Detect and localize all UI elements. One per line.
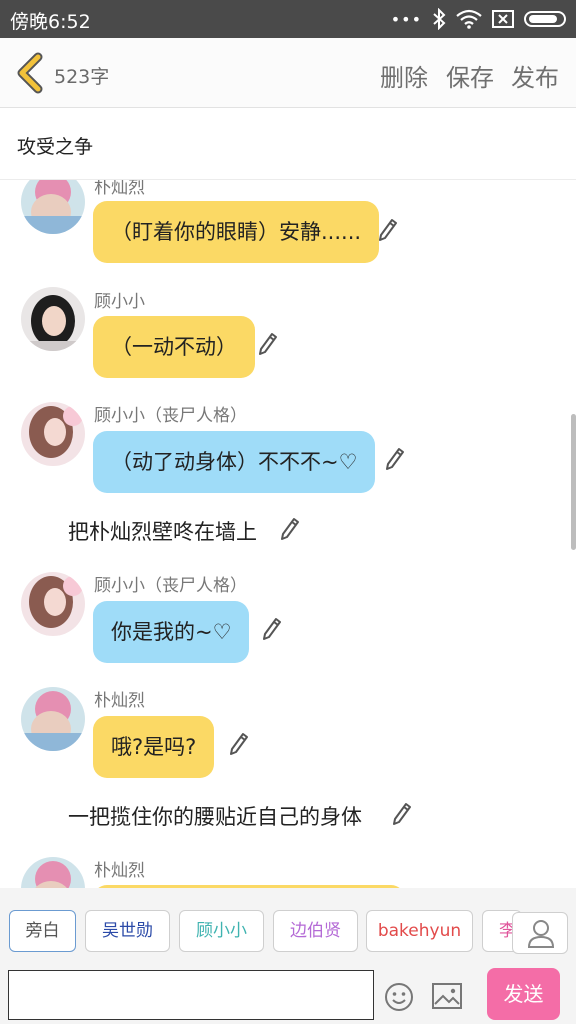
- manage-roles-button[interactable]: [512, 912, 568, 954]
- back-arrow-icon[interactable]: [12, 52, 48, 94]
- image-icon[interactable]: [432, 983, 462, 1009]
- character-count: 523字: [54, 66, 110, 88]
- publish-button[interactable]: 发布: [511, 58, 559, 93]
- edit-pencil-icon[interactable]: [392, 802, 412, 826]
- story-title: 攻受之争: [17, 136, 94, 158]
- role-chip[interactable]: bakehyun: [366, 910, 473, 952]
- message-bubble[interactable]: 哦?是吗?: [93, 716, 215, 778]
- avatar[interactable]: [21, 287, 85, 351]
- wifi-icon: [456, 9, 482, 29]
- avatar[interactable]: [21, 402, 85, 466]
- chat-editor-screen: 傍晚6:52 ••• 523字 删除 保存 发布 攻受之争 朴灿烈 （盯着你的眼…: [0, 0, 576, 1024]
- editor-header: 523字 删除 保存 发布: [0, 38, 576, 108]
- status-time: 傍晚6:52: [10, 11, 91, 33]
- narration-text[interactable]: 一把揽住你的腰贴近自己的身体: [68, 801, 362, 831]
- send-button[interactable]: 发送: [487, 968, 560, 1020]
- avatar[interactable]: [21, 857, 85, 888]
- signal-dots-icon: •••: [390, 9, 422, 29]
- chat-list[interactable]: 朴灿烈 （盯着你的眼睛）安静...... 顾小小 （一动不动） 顾小小（丧尸人格…: [0, 180, 576, 888]
- message-input[interactable]: [8, 970, 374, 1020]
- chat-scrollbar[interactable]: [571, 414, 576, 550]
- role-chip[interactable]: 吴世勋: [85, 910, 170, 952]
- battery-icon: [524, 11, 566, 27]
- delete-button[interactable]: 删除: [380, 58, 428, 93]
- message-bubble[interactable]: 你是我的~♡: [93, 601, 250, 663]
- edit-pencil-icon[interactable]: [229, 732, 249, 756]
- narration-text[interactable]: 把朴灿烈壁咚在墙上: [68, 516, 257, 546]
- speaker-name: 顾小小: [94, 292, 145, 312]
- message-bubble[interactable]: （动了动身体）不不不~♡: [93, 431, 376, 493]
- status-bar: 傍晚6:52 •••: [0, 0, 576, 38]
- speaker-name: 朴灿烈: [94, 180, 145, 198]
- edit-pencil-icon[interactable]: [262, 617, 282, 641]
- person-icon: [527, 920, 555, 948]
- role-chip[interactable]: 顾小小: [179, 910, 264, 952]
- save-button[interactable]: 保存: [446, 58, 494, 93]
- bluetooth-icon: [433, 8, 446, 30]
- speaker-name: 顾小小（丧尸人格）: [94, 406, 247, 426]
- composer-bar: 发送: [0, 962, 576, 1024]
- edit-pencil-icon[interactable]: [258, 332, 278, 356]
- role-chip[interactable]: 边伯贤: [273, 910, 358, 952]
- message-bubble[interactable]: （盯着你的眼睛）安静......: [93, 201, 380, 263]
- edit-pencil-icon[interactable]: [385, 447, 405, 471]
- role-chip-narrator[interactable]: 旁白: [9, 910, 76, 952]
- avatar[interactable]: [21, 572, 85, 636]
- speaker-name: 朴灿烈: [94, 691, 145, 711]
- story-title-bar[interactable]: 攻受之争: [0, 108, 576, 180]
- status-icons: •••: [391, 8, 566, 30]
- avatar[interactable]: [21, 687, 85, 751]
- speaker-name: 朴灿烈: [94, 861, 145, 881]
- edit-pencil-icon[interactable]: [280, 517, 300, 541]
- avatar[interactable]: [21, 180, 85, 234]
- sim-x-icon: [492, 10, 514, 28]
- emoji-icon[interactable]: [384, 982, 414, 1012]
- message-bubble[interactable]: （一动不动）: [93, 316, 255, 378]
- speaker-name: 顾小小（丧尸人格）: [94, 576, 247, 596]
- edit-pencil-icon[interactable]: [378, 218, 398, 242]
